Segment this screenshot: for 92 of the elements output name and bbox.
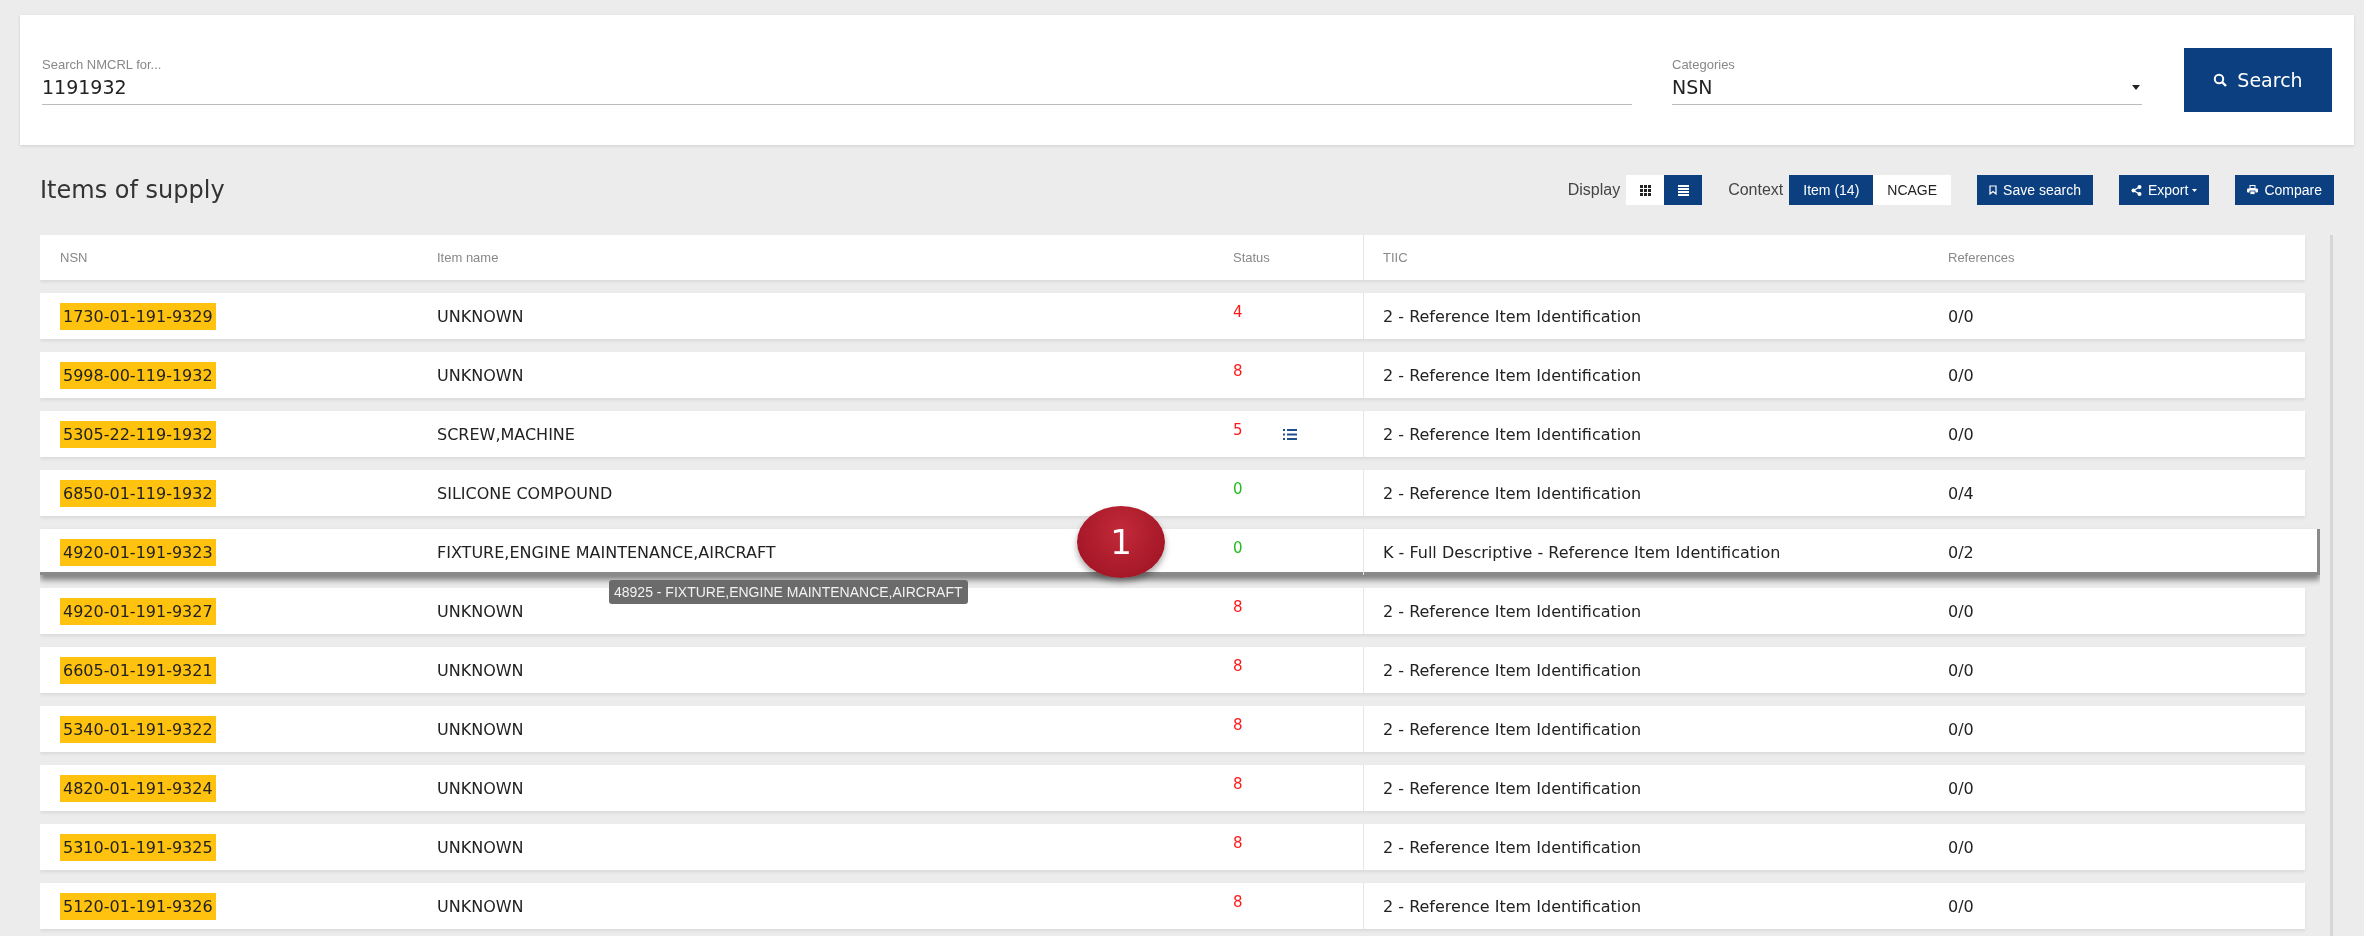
nsn-highlight: 5998-00-119-1932 bbox=[60, 361, 216, 389]
column-header: NSN bbox=[59, 249, 89, 267]
table-row[interactable]: 5120-01-191-9326 UNKNOWN 8 2 - Reference Item Identification 0/0 bbox=[40, 883, 2305, 929]
table-cell: FIXTURE,ENGINE MAINTENANCE,AIRCRAFT bbox=[437, 542, 776, 562]
status-value: 8 bbox=[1233, 775, 1244, 793]
table-cell: UNKNOWN bbox=[437, 719, 524, 739]
table-cell: 0/0 bbox=[1948, 601, 1974, 621]
table-cell: 0/0 bbox=[1948, 719, 1974, 739]
table-cell: UNKNOWN bbox=[437, 896, 524, 916]
table-row[interactable]: 5310-01-191-9325 UNKNOWN 8 2 - Reference Item Identification 0/0 bbox=[40, 824, 2305, 870]
table-cell: K - Full Descriptive - Reference Item Identification bbox=[1383, 542, 1781, 562]
table-cell: 0/0 bbox=[1948, 896, 1974, 916]
nsn-highlight: 4920-01-191-9323 bbox=[60, 538, 216, 566]
status-value: 8 bbox=[1233, 834, 1244, 852]
search-button[interactable]: Search bbox=[2184, 48, 2332, 112]
table-cell: 0/0 bbox=[1948, 837, 1974, 857]
table-cell: 0/0 bbox=[1948, 778, 1974, 798]
table-cell: 2 - Reference Item Identification bbox=[1383, 719, 1642, 739]
table-cell: UNKNOWN bbox=[437, 778, 524, 798]
table-row[interactable]: 5998-00-119-1932 UNKNOWN 8 2 - Reference Item Identification 0/0 bbox=[40, 352, 2305, 398]
list-icon bbox=[1677, 184, 1689, 196]
table-row[interactable]: 1730-01-191-9329 UNKNOWN 4 2 - Reference Item Identification 0/0 bbox=[40, 293, 2305, 339]
table-cell: 2 - Reference Item Identification bbox=[1383, 365, 1642, 385]
table-cell: 2 - Reference Item Identification bbox=[1383, 778, 1642, 798]
table-cell: 2 - Reference Item Identification bbox=[1383, 896, 1642, 916]
status-value: 0 bbox=[1233, 539, 1244, 557]
column-header: Status bbox=[1232, 249, 1271, 267]
table-cell: 0/0 bbox=[1948, 660, 1974, 680]
status-value: 4 bbox=[1233, 303, 1244, 321]
status-value: 8 bbox=[1233, 598, 1244, 616]
section-title: Items of supply bbox=[40, 176, 225, 204]
table-cell: 0/0 bbox=[1948, 306, 1974, 326]
caret-icon bbox=[2192, 188, 2198, 192]
nsn-highlight: 6605-01-191-9321 bbox=[60, 656, 216, 684]
bookmark-icon bbox=[1989, 185, 1998, 195]
tooltip: 48925 - FIXTURE,ENGINE MAINTENANCE,AIRCRAFT bbox=[609, 580, 968, 604]
table-cell: 0/4 bbox=[1948, 483, 1974, 503]
table-row[interactable]: 6605-01-191-9321 UNKNOWN 8 2 - Reference Item Identification 0/0 bbox=[40, 647, 2305, 693]
nsn-highlight: 6850-01-119-1932 bbox=[60, 479, 216, 507]
grid-icon bbox=[1639, 184, 1651, 196]
table-row[interactable]: 4820-01-191-9324 UNKNOWN 8 2 - Reference Item Identification 0/0 bbox=[40, 765, 2305, 811]
status-value: 5 bbox=[1233, 421, 1244, 439]
nsn-highlight: 4920-01-191-9327 bbox=[60, 597, 216, 625]
table-row[interactable]: 5340-01-191-9322 UNKNOWN 8 2 - Reference Item Identification 0/0 bbox=[40, 706, 2305, 752]
display-label: Display bbox=[1567, 181, 1621, 199]
search-icon bbox=[2213, 73, 2228, 87]
table-row[interactable]: 6850-01-119-1932 SILICONE COMPOUND 0 2 - Reference Item Identification 0/4 bbox=[40, 470, 2305, 516]
table-cell: SILICONE COMPOUND bbox=[437, 483, 613, 503]
context-label: Context bbox=[1728, 181, 1784, 199]
nsn-highlight: 5120-01-191-9326 bbox=[60, 892, 216, 920]
column-header: TIIC bbox=[1363, 235, 1948, 280]
table-cell: 2 - Reference Item Identification bbox=[1383, 601, 1642, 621]
table-cell: UNKNOWN bbox=[437, 306, 524, 326]
categories-dropdown[interactable]: Categories NSN bbox=[1672, 57, 2142, 105]
nsn-highlight: 5310-01-191-9325 bbox=[60, 833, 216, 861]
table-cell: UNKNOWN bbox=[437, 365, 524, 385]
table-cell: UNKNOWN bbox=[437, 837, 524, 857]
action-button[interactable]: Export bbox=[2118, 175, 2210, 205]
printer-icon bbox=[2247, 185, 2259, 195]
action-button[interactable]: Compare bbox=[2235, 175, 2334, 205]
table-cell: 0/2 bbox=[1948, 542, 1974, 562]
view-toggle[interactable] bbox=[1664, 175, 1703, 205]
status-value: 8 bbox=[1233, 657, 1244, 675]
table-cell: 0/0 bbox=[1948, 365, 1974, 385]
table-cell: 2 - Reference Item Identification bbox=[1383, 424, 1642, 444]
column-header: References bbox=[1948, 249, 2016, 267]
context-tab[interactable]: Item (14) bbox=[1789, 175, 1874, 205]
table-row[interactable]: 5305-22-119-1932 SCREW,MACHINE 5 2 - Reference Item Identification 0/0 bbox=[40, 411, 2305, 457]
table-cell: 0/0 bbox=[1948, 424, 1974, 444]
status-value: 8 bbox=[1233, 362, 1244, 380]
column-header: Item name bbox=[437, 249, 500, 267]
table-cell: 2 - Reference Item Identification bbox=[1383, 483, 1642, 503]
table-cell: SCREW,MACHINE bbox=[437, 424, 575, 444]
table-cell: 2 - Reference Item Identification bbox=[1383, 306, 1642, 326]
nsn-highlight: 1730-01-191-9329 bbox=[60, 302, 216, 330]
table-cell: UNKNOWN bbox=[437, 660, 524, 680]
status-value: 0 bbox=[1233, 480, 1244, 498]
nsn-highlight: 5340-01-191-9322 bbox=[60, 715, 216, 743]
share-icon bbox=[2130, 184, 2142, 196]
status-value: 8 bbox=[1233, 716, 1244, 734]
caret-icon bbox=[2132, 84, 2140, 90]
table-cell: 2 - Reference Item Identification bbox=[1383, 660, 1642, 680]
table-cell: UNKNOWN bbox=[437, 601, 524, 621]
search-field[interactable]: Search NMCRL for... 1191932 bbox=[42, 57, 1632, 105]
context-tab[interactable]: NCAGE bbox=[1873, 175, 1952, 205]
view-toggle[interactable] bbox=[1626, 175, 1665, 205]
list-icon[interactable] bbox=[1283, 428, 1297, 440]
action-button[interactable]: Save search bbox=[1977, 175, 2093, 205]
status-value: 8 bbox=[1233, 893, 1244, 911]
nsn-highlight: 4820-01-191-9324 bbox=[60, 774, 216, 802]
table-cell: 2 - Reference Item Identification bbox=[1383, 837, 1642, 857]
nsn-highlight: 5305-22-119-1932 bbox=[60, 420, 216, 448]
